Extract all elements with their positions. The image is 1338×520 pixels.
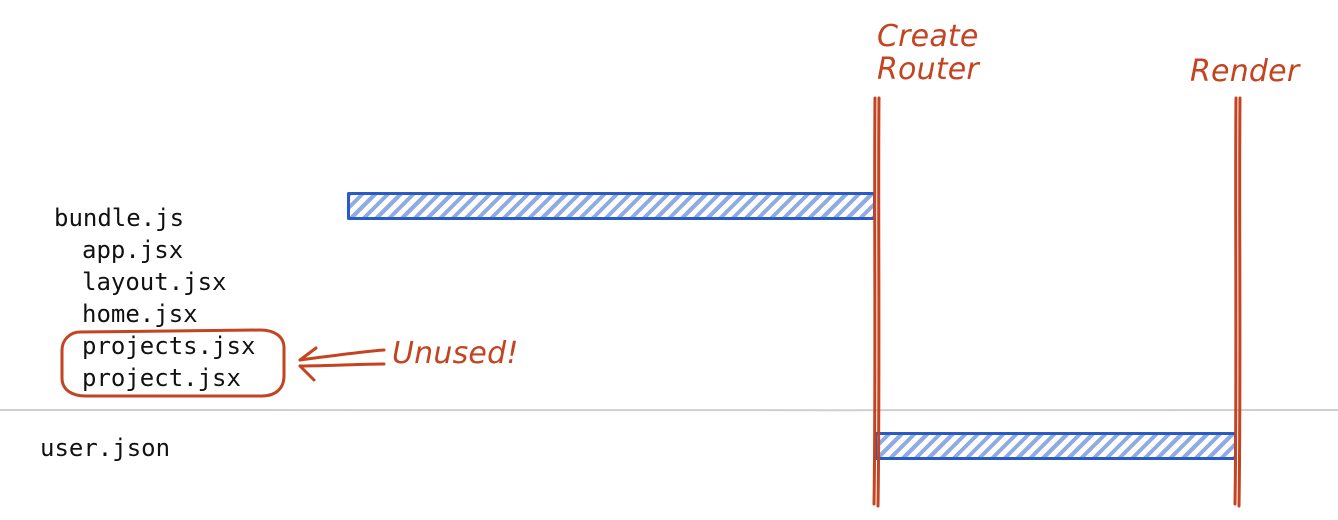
file-app: app.jsx	[54, 236, 183, 264]
label-create-router: Create Router	[877, 20, 979, 86]
file-home: home.jsx	[54, 300, 198, 328]
bar-bundle	[348, 193, 875, 219]
file-bundle: bundle.js	[54, 204, 184, 232]
annotation-unused: Unused!	[392, 336, 519, 371]
label-create-router-line2: Router	[877, 52, 979, 87]
annotation-unused-text: Unused!	[392, 336, 519, 371]
label-create-router-line1: Create	[877, 19, 979, 54]
bar-user	[875, 433, 1236, 459]
file-layout: layout.jsx	[54, 268, 227, 296]
label-render-text: Render	[1190, 54, 1299, 89]
file-user: user.json	[40, 434, 170, 462]
file-project: project.jsx	[54, 364, 241, 392]
divider-line	[0, 410, 1338, 411]
diagram-stage: { "files": { "bundle": "bundle.js", "app…	[0, 0, 1338, 520]
file-projects: projects.jsx	[54, 332, 255, 360]
label-render: Render	[1190, 55, 1299, 88]
arrow-unused	[300, 348, 384, 380]
